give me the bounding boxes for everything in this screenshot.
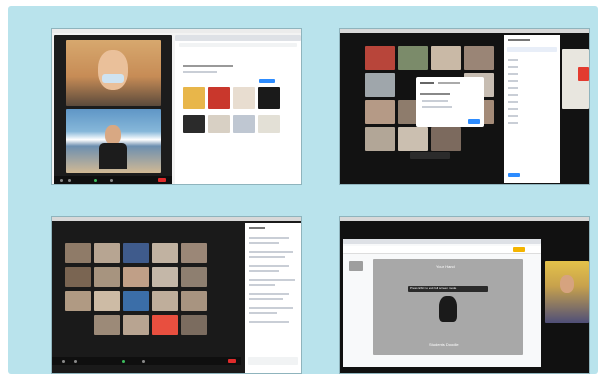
create-button[interactable] [468, 119, 480, 124]
video-tile[interactable] [431, 46, 461, 70]
slide-subtitle: Students Doodle [429, 342, 459, 347]
present-button[interactable] [513, 247, 525, 252]
panel-bottom-left [51, 216, 302, 374]
video-tile[interactable] [123, 315, 149, 335]
image-result[interactable] [258, 87, 280, 109]
mic-icon[interactable] [60, 179, 63, 182]
video-tile[interactable] [65, 243, 91, 263]
image-result[interactable] [208, 87, 230, 109]
hand-icon [439, 296, 457, 322]
chat-send-button[interactable] [508, 173, 520, 177]
speaker-face [560, 275, 574, 293]
mic-icon[interactable] [62, 360, 65, 363]
zoom-toolbar [52, 357, 241, 365]
video-tile[interactable] [365, 127, 395, 151]
video-tile[interactable] [123, 267, 149, 287]
video-tile[interactable] [94, 267, 120, 287]
menu-bar [52, 29, 301, 33]
chat-input[interactable] [248, 357, 298, 365]
video-tile[interactable] [181, 315, 207, 335]
image-result[interactable] [258, 115, 280, 133]
video-tile[interactable] [152, 291, 178, 311]
video-tile[interactable] [152, 243, 178, 263]
slide-title: Your Hand [436, 264, 455, 269]
video-tile[interactable] [181, 267, 207, 287]
video-tile[interactable] [431, 127, 461, 151]
address-bar[interactable] [179, 43, 297, 47]
video-tile[interactable] [365, 73, 395, 97]
video-tile[interactable] [181, 291, 207, 311]
video-tile[interactable] [152, 315, 178, 335]
breakout-dialog[interactable] [416, 77, 484, 127]
participant-panel [504, 35, 560, 183]
share-icon[interactable] [122, 360, 125, 363]
video-tile[interactable] [94, 291, 120, 311]
panel-top-left [51, 28, 302, 185]
video-tile[interactable] [398, 127, 428, 151]
share-icon[interactable] [94, 179, 97, 182]
video-tile[interactable] [94, 243, 120, 263]
chat-icon[interactable] [142, 360, 145, 363]
menu-bar [340, 217, 589, 221]
video-tile[interactable] [123, 291, 149, 311]
image-result[interactable] [183, 115, 205, 133]
face-student [105, 125, 121, 145]
end-button[interactable] [158, 178, 166, 182]
chat-panel [245, 223, 301, 373]
slide-thumbnail[interactable] [349, 261, 363, 271]
image-result[interactable] [233, 115, 255, 133]
video-tile[interactable] [123, 243, 149, 263]
blue-button[interactable] [259, 79, 275, 83]
zoom-toolbar [54, 176, 172, 184]
fullscreen-banner-text: Press ESC to exit full screen mode [410, 286, 457, 290]
screenshot-collage: Your Hand Press ESC to exit full screen … [8, 6, 598, 374]
browser-tabs [343, 239, 541, 244]
slides-toolbar [343, 246, 541, 254]
browser-window [175, 35, 301, 184]
red-accent [578, 67, 589, 81]
video-tile[interactable] [152, 267, 178, 287]
video-tile[interactable] [65, 267, 91, 287]
video-tile[interactable] [464, 46, 494, 70]
image-result[interactable] [233, 87, 255, 109]
panel-top-right [339, 28, 590, 185]
chat-icon[interactable] [110, 179, 113, 182]
image-result[interactable] [208, 115, 230, 133]
video-tile[interactable] [398, 46, 428, 70]
search-input[interactable] [507, 47, 557, 52]
video-tile[interactable] [365, 100, 395, 124]
video-icon[interactable] [74, 360, 77, 363]
slide-canvas: Your Hand Press ESC to exit full screen … [373, 259, 523, 355]
video-tile[interactable] [94, 315, 120, 335]
google-slides-window: Your Hand Press ESC to exit full screen … [343, 239, 541, 367]
end-button[interactable] [228, 359, 236, 363]
tooltip [410, 152, 450, 159]
video-tile[interactable] [181, 243, 207, 263]
video-tile[interactable] [65, 291, 91, 311]
video-tile[interactable] [365, 46, 395, 70]
panel-bottom-right: Your Hand Press ESC to exit full screen … [339, 216, 590, 374]
video-icon[interactable] [68, 179, 71, 182]
face-speaker [98, 50, 128, 90]
menu-bar [52, 217, 301, 221]
body-student [99, 143, 127, 169]
browser-tabs [175, 35, 301, 41]
menu-bar [340, 29, 589, 33]
image-result[interactable] [183, 87, 205, 109]
mask [102, 74, 124, 83]
